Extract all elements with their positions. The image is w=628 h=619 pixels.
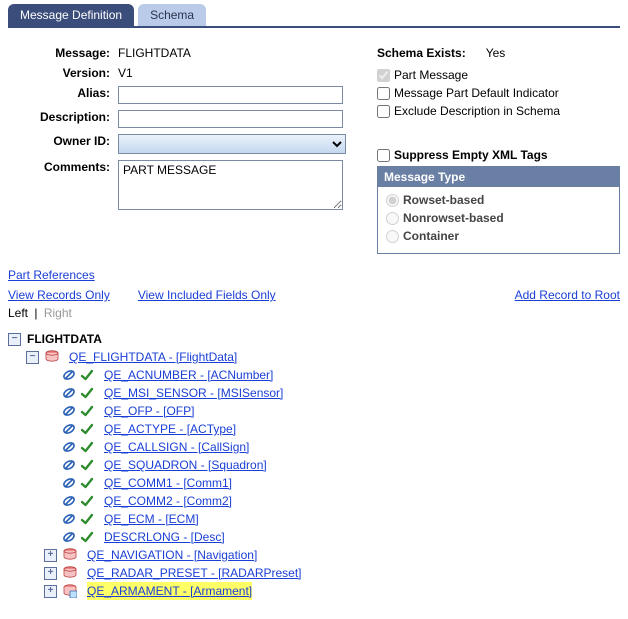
tree-toggle-record[interactable]: − bbox=[26, 351, 39, 364]
tree-field[interactable]: QE_COMM2 - [Comm2] bbox=[104, 492, 232, 510]
label-part-message: Part Message bbox=[394, 68, 468, 82]
tree-field[interactable]: QE_ACNUMBER - [ACNumber] bbox=[104, 366, 273, 384]
separator: | bbox=[34, 306, 37, 320]
tab-message-definition[interactable]: Message Definition bbox=[8, 4, 134, 26]
tree-child-record[interactable]: QE_RADAR_PRESET - [RADARPreset] bbox=[87, 564, 302, 582]
link-part-references[interactable]: Part References bbox=[8, 268, 95, 282]
link-view-fields-only[interactable]: View Included Fields Only bbox=[138, 288, 276, 302]
field-icon bbox=[62, 512, 76, 526]
check-icon bbox=[80, 494, 94, 508]
label-comments: Comments: bbox=[8, 160, 118, 174]
message-type-header: Message Type bbox=[378, 167, 619, 187]
label-nonrowset: Nonrowset-based bbox=[403, 211, 504, 225]
link-view-records-only[interactable]: View Records Only bbox=[8, 288, 110, 302]
tree-field[interactable]: QE_ACTYPE - [ACType] bbox=[104, 420, 236, 438]
field-icon bbox=[62, 386, 76, 400]
tree-field[interactable]: QE_MSI_SENSOR - [MSISensor] bbox=[104, 384, 283, 402]
tree-child-record-highlighted[interactable]: QE_ARMAMENT - [Armament] bbox=[87, 582, 252, 600]
label-owner: Owner ID: bbox=[8, 134, 118, 148]
value-schema-exists: Yes bbox=[486, 46, 506, 60]
tree-record[interactable]: QE_FLIGHTDATA - [FlightData] bbox=[69, 348, 237, 366]
tree-field[interactable]: QE_OFP - [OFP] bbox=[104, 402, 194, 420]
check-icon bbox=[80, 404, 94, 418]
tree-toggle-child[interactable]: + bbox=[44, 567, 57, 580]
field-icon bbox=[62, 476, 76, 490]
field-icon bbox=[62, 494, 76, 508]
tree-toggle-root[interactable]: − bbox=[8, 333, 21, 346]
tree-toggle-child[interactable]: + bbox=[44, 585, 57, 598]
label-right: Right bbox=[44, 306, 72, 320]
check-icon bbox=[80, 512, 94, 526]
table-icon bbox=[63, 548, 77, 562]
field-icon bbox=[62, 530, 76, 544]
field-icon bbox=[62, 422, 76, 436]
check-icon bbox=[80, 386, 94, 400]
tree-field[interactable]: QE_SQUADRON - [Squadron] bbox=[104, 456, 267, 474]
field-icon bbox=[62, 458, 76, 472]
value-version: V1 bbox=[118, 66, 353, 80]
check-icon bbox=[80, 476, 94, 490]
label-rowset: Rowset-based bbox=[403, 193, 484, 207]
label-default-indicator: Message Part Default Indicator bbox=[394, 86, 559, 100]
label-schema-exists: Schema Exists: bbox=[377, 46, 466, 60]
check-icon bbox=[80, 440, 94, 454]
radio-container bbox=[386, 230, 399, 243]
checkbox-exclude-desc[interactable] bbox=[377, 105, 390, 118]
tab-schema[interactable]: Schema bbox=[138, 4, 206, 26]
tree-field[interactable]: DESCRLONG - [Desc] bbox=[104, 528, 225, 546]
tree-field[interactable]: QE_CALLSIGN - [CallSign] bbox=[104, 438, 249, 456]
label-container: Container bbox=[403, 229, 459, 243]
tree-field[interactable]: QE_COMM1 - [Comm1] bbox=[104, 474, 232, 492]
checkbox-part-message bbox=[377, 69, 390, 82]
field-icon bbox=[62, 440, 76, 454]
label-alias: Alias: bbox=[8, 86, 118, 100]
message-type-group: Message Type Rowset-based Nonrowset-base… bbox=[377, 166, 620, 254]
input-alias[interactable] bbox=[118, 86, 343, 104]
checkbox-suppress-empty[interactable] bbox=[377, 149, 390, 162]
check-icon bbox=[80, 530, 94, 544]
field-icon bbox=[62, 404, 76, 418]
tree-child-record[interactable]: QE_NAVIGATION - [Navigation] bbox=[87, 546, 257, 564]
input-description[interactable] bbox=[118, 110, 343, 128]
table-icon bbox=[45, 350, 59, 364]
check-icon bbox=[80, 368, 94, 382]
tree: −FLIGHTDATA−QE_FLIGHTDATA - [FlightData]… bbox=[8, 330, 620, 600]
tree-root: FLIGHTDATA bbox=[27, 330, 102, 348]
label-left: Left bbox=[8, 306, 28, 320]
radio-rowset bbox=[386, 194, 399, 207]
label-exclude-desc: Exclude Description in Schema bbox=[394, 104, 560, 118]
tree-field[interactable]: QE_ECM - [ECM] bbox=[104, 510, 199, 528]
subrecord-icon bbox=[63, 584, 77, 598]
label-suppress-empty: Suppress Empty XML Tags bbox=[394, 148, 548, 162]
check-icon bbox=[80, 458, 94, 472]
select-owner[interactable] bbox=[118, 134, 346, 154]
label-version: Version: bbox=[8, 66, 118, 80]
checkbox-default-indicator[interactable] bbox=[377, 87, 390, 100]
table-icon bbox=[63, 566, 77, 580]
value-message: FLIGHTDATA bbox=[118, 46, 353, 60]
radio-nonrowset bbox=[386, 212, 399, 225]
label-description: Description: bbox=[8, 110, 118, 124]
tree-toggle-child[interactable]: + bbox=[44, 549, 57, 562]
field-icon bbox=[62, 368, 76, 382]
check-icon bbox=[80, 422, 94, 436]
link-add-record-root[interactable]: Add Record to Root bbox=[515, 288, 620, 302]
label-message: Message: bbox=[8, 46, 118, 60]
textarea-comments[interactable] bbox=[118, 160, 343, 210]
tab-bar: Message Definition Schema bbox=[8, 4, 620, 28]
